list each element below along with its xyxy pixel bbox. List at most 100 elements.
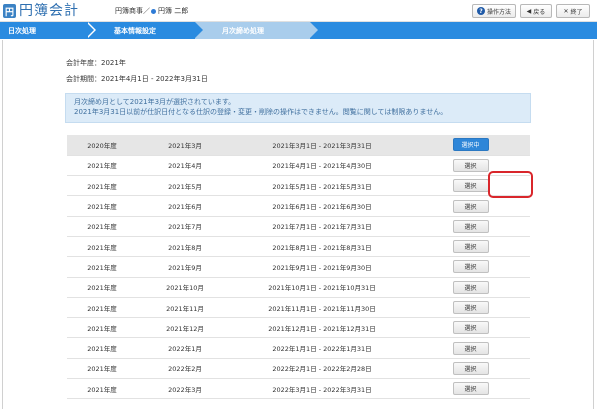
fiscal-year-cell: 2021年度 (67, 216, 137, 237)
fiscal-year-cell: 2021年度 (67, 317, 137, 339)
action-cell: 選択 (411, 277, 530, 298)
app-logo[interactable]: 円 円簿会計 (3, 3, 79, 19)
chevron-right-icon (310, 22, 318, 38)
user-separator: ／ (143, 7, 150, 15)
select-button[interactable]: 選択 (452, 382, 489, 396)
date-range-cell: 2021年12月1日 - 2021年12月31日 (233, 317, 411, 339)
date-range-cell: 2021年10月1日 - 2021年10月31日 (233, 277, 411, 298)
month-cell: 2021年10月 (137, 277, 233, 298)
action-cell: 選択 (411, 297, 530, 319)
month-cell: 2021年3月 (137, 135, 233, 156)
date-range-cell: 2021年7月1日 - 2021年7月31日 (233, 216, 411, 237)
table-row: 2020年度 2021年3月 2021年3月1日 - 2021年3月31日 選択中 (67, 135, 530, 156)
month-cell: 2021年6月 (137, 195, 233, 217)
date-range-cell: 2021年6月1日 - 2021年6月30日 (233, 195, 411, 217)
logo-badge: 円 (3, 4, 16, 18)
month-cell: 2021年12月 (137, 317, 233, 339)
select-button[interactable]: 選択 (452, 341, 489, 355)
help-button[interactable]: ? 操作方法 (472, 4, 516, 18)
fiscal-year-cell: 2020年度 (67, 135, 137, 156)
chevron-fill (86, 22, 94, 38)
date-range-cell: 2021年5月1日 - 2021年5月31日 (233, 175, 411, 197)
closing-notice: 月次締め月として2021年3月が選択されています。 2021年3月31日以前が仕… (65, 93, 531, 123)
table-row: 2021年度 2021年7月 2021年7月1日 - 2021年7月31日 選択 (67, 216, 530, 237)
select-button[interactable]: 選択 (452, 179, 489, 193)
table-row: 2021年度 2021年5月 2021年5月1日 - 2021年5月31日 選択 (67, 175, 530, 197)
select-button[interactable]: 選択 (452, 361, 489, 375)
selected-button[interactable]: 選択中 (452, 138, 489, 152)
help-icon: ? (476, 7, 485, 15)
table-row: 2021年度 2022年2月 2022年2月1日 - 2022年2月28日 選択 (67, 358, 530, 380)
table-row: 2021年度 2021年10月 2021年10月1日 - 2021年10月31日 選択 (67, 277, 530, 298)
action-cell: 選択 (411, 236, 530, 258)
back-arrow-icon: ◀ (526, 7, 532, 15)
select-button[interactable]: 選択 (452, 260, 489, 274)
fiscal-year-cell: 2021年度 (67, 378, 137, 400)
select-button[interactable]: 選択 (452, 321, 489, 335)
fiscal-period: 会計期間：2021年4月1日 - 2022年3月31日 (66, 75, 208, 83)
user-info: 円簿商事 ／ 円簿 二郎 (115, 6, 188, 16)
table-row: 2021年度 2022年1月 2022年1月1日 - 2022年1月31日 選択 (67, 337, 530, 359)
table-row: 2021年度 2021年8月 2021年8月1日 - 2021年8月31日 選択 (67, 236, 530, 258)
date-range-cell: 2021年11月1日 - 2021年11月30日 (233, 297, 411, 319)
month-cell: 2021年7月 (137, 216, 233, 237)
table-row: 2021年度 2022年3月 2022年3月1日 - 2022年3月31日 選択 (67, 378, 530, 400)
table-row: 2021年度 2021年6月 2021年6月1日 - 2021年6月30日 選択 (67, 195, 530, 217)
month-cell: 2021年11月 (137, 297, 233, 319)
fiscal-year-cell: 2021年度 (67, 277, 137, 298)
nav-basic-settings[interactable]: 基本情報設定 (114, 22, 156, 39)
month-cell: 2021年4月 (137, 155, 233, 177)
highlight-frame (488, 171, 533, 198)
month-cell: 2022年3月 (137, 378, 233, 400)
help-label: 操作方法 (486, 8, 511, 16)
action-cell: 選択 (411, 317, 530, 339)
back-label: 戻る (533, 8, 546, 16)
notice-line-1: 月次締め月として2021年3月が選択されています。 (74, 98, 236, 106)
exit-button[interactable]: ✕ 終了 (556, 4, 590, 18)
close-icon: ✕ (563, 7, 569, 15)
table-row: 2021年度 2021年12月 2021年12月1日 - 2021年12月31日 選択 (67, 317, 530, 339)
fiscal-year: 会計年度：2021年 (66, 59, 126, 67)
date-range-cell: 2022年1月1日 - 2022年1月31日 (233, 337, 411, 359)
date-range-cell: 2021年3月1日 - 2021年3月31日 (233, 135, 411, 156)
date-range-cell: 2022年2月1日 - 2022年2月28日 (233, 358, 411, 380)
fiscal-year-cell: 2021年度 (67, 236, 137, 258)
fiscal-year-cell: 2021年度 (67, 175, 137, 197)
action-cell: 選択 (411, 358, 530, 380)
fiscal-year-cell: 2021年度 (67, 297, 137, 319)
company-name: 円簿商事 (115, 7, 143, 15)
fiscal-year-cell: 2021年度 (67, 358, 137, 380)
date-range-cell: 2021年9月1日 - 2021年9月30日 (233, 256, 411, 278)
month-cell: 2021年5月 (137, 175, 233, 197)
month-table: 2020年度 2021年3月 2021年3月1日 - 2021年3月31日 選択中 20… (67, 135, 530, 400)
app-header: 円 円簿会計 円簿商事 ／ 円簿 二郎 ? 操作方法 ◀ 戻る ✕ 終了 (0, 0, 597, 22)
breadcrumb-nav: 日次処理 基本情報設定 月次締め処理 (0, 22, 597, 39)
table-row: 2021年度 2021年4月 2021年4月1日 - 2021年4月30日 選択 (67, 155, 530, 177)
action-cell: 選択中 (411, 135, 530, 156)
month-cell: 2022年2月 (137, 358, 233, 380)
date-range-cell: 2022年3月1日 - 2022年3月31日 (233, 378, 411, 400)
fiscal-year-cell: 2021年度 (67, 256, 137, 278)
action-cell: 選択 (411, 195, 530, 217)
action-cell: 選択 (411, 256, 530, 278)
date-range-cell: 2021年8月1日 - 2021年8月31日 (233, 236, 411, 258)
action-cell: 選択 (411, 216, 530, 237)
user-status-icon (151, 8, 156, 14)
nav-monthly-closing[interactable]: 月次締め処理 (222, 22, 264, 39)
select-button[interactable]: 選択 (452, 158, 489, 172)
action-cell: 選択 (411, 337, 530, 359)
select-button[interactable]: 選択 (452, 240, 489, 254)
select-button[interactable]: 選択 (452, 219, 489, 233)
action-cell: 選択 (411, 378, 530, 400)
user-name: 円簿 二郎 (158, 7, 189, 15)
fiscal-year-cell: 2021年度 (67, 337, 137, 359)
nav-daily[interactable]: 日次処理 (8, 22, 36, 39)
logo-text: 円簿会計 (19, 3, 79, 19)
back-button[interactable]: ◀ 戻る (520, 4, 552, 18)
fiscal-year-cell: 2021年度 (67, 195, 137, 217)
fiscal-year-cell: 2021年度 (67, 155, 137, 177)
select-button[interactable]: 選択 (452, 199, 489, 213)
select-button[interactable]: 選択 (452, 301, 489, 315)
select-button[interactable]: 選択 (452, 280, 489, 294)
table-row: 2021年度 2021年11月 2021年11月1日 - 2021年11月30日 選択 (67, 297, 530, 319)
